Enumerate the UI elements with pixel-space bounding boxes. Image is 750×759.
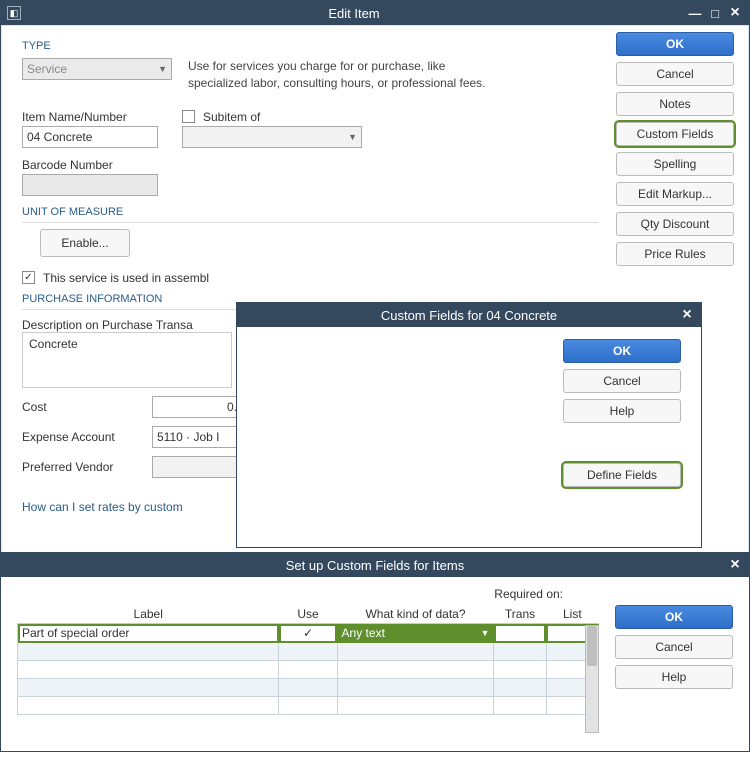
expense-account-field[interactable]: 5110 · Job I bbox=[152, 426, 242, 448]
notes-button[interactable]: Notes bbox=[616, 92, 734, 116]
chevron-down-icon: ▼ bbox=[158, 64, 167, 74]
preferred-vendor-label: Preferred Vendor bbox=[22, 460, 142, 474]
edit-item-side-buttons: OK Cancel Notes Custom Fields Spelling E… bbox=[616, 32, 734, 266]
col-list: List bbox=[546, 605, 598, 624]
cf-side-buttons: OK Cancel Help bbox=[563, 339, 681, 423]
col-use: Use bbox=[279, 605, 337, 624]
cost-field[interactable]: 0. bbox=[152, 396, 242, 418]
spelling-button[interactable]: Spelling bbox=[616, 152, 734, 176]
type-value: Service bbox=[27, 62, 67, 76]
col-kind: What kind of data? bbox=[337, 605, 494, 624]
setup-side-buttons: OK Cancel Help bbox=[615, 605, 733, 741]
setup-table-wrap: Required on: Label Use What kind of data… bbox=[17, 587, 599, 741]
custom-fields-button[interactable]: Custom Fields bbox=[616, 122, 734, 146]
type-label: TYPE bbox=[22, 40, 598, 52]
window-menu-icon[interactable]: ◧ bbox=[7, 6, 21, 20]
cost-label: Cost bbox=[22, 400, 142, 414]
price-rules-button[interactable]: Price Rules bbox=[616, 242, 734, 266]
preferred-vendor-field[interactable] bbox=[152, 456, 242, 478]
close-icon[interactable]: × bbox=[679, 307, 695, 323]
cf-cancel-button[interactable]: Cancel bbox=[563, 369, 681, 393]
table-scrollbar[interactable] bbox=[585, 625, 599, 733]
qty-discount-button[interactable]: Qty Discount bbox=[616, 212, 734, 236]
table-row[interactable] bbox=[18, 697, 599, 715]
edit-item-titlebar: ◧ Edit Item — □ × bbox=[1, 1, 749, 25]
uom-label: UNIT OF MEASURE bbox=[22, 206, 598, 218]
setup-ok-button[interactable]: OK bbox=[615, 605, 733, 629]
chevron-down-icon: ▼ bbox=[480, 628, 489, 638]
close-icon[interactable]: × bbox=[727, 5, 743, 21]
table-row[interactable] bbox=[18, 661, 599, 679]
ok-button[interactable]: OK bbox=[616, 32, 734, 56]
enable-uom-button[interactable]: Enable... bbox=[40, 229, 130, 257]
cf-titlebar: Custom Fields for 04 Concrete × bbox=[237, 303, 701, 327]
table-row[interactable]: Part of special order ✓ Any text ▼ bbox=[18, 624, 599, 643]
scrollbar-thumb[interactable] bbox=[587, 626, 597, 666]
item-name-value: 04 Concrete bbox=[27, 130, 92, 144]
table-row[interactable] bbox=[18, 679, 599, 697]
setup-help-button[interactable]: Help bbox=[615, 665, 733, 689]
define-fields-button[interactable]: Define Fields bbox=[563, 463, 681, 487]
cancel-button[interactable]: Cancel bbox=[616, 62, 734, 86]
setup-cancel-button[interactable]: Cancel bbox=[615, 635, 733, 659]
setup-title: Set up Custom Fields for Items bbox=[7, 558, 743, 573]
cf-help-button[interactable]: Help bbox=[563, 399, 681, 423]
required-on-label: Required on: bbox=[494, 587, 563, 601]
expense-account-label: Expense Account bbox=[22, 430, 142, 444]
check-icon: ✓ bbox=[303, 626, 313, 640]
cf-title: Custom Fields for 04 Concrete bbox=[243, 308, 695, 323]
expense-account-value: 5110 · Job I bbox=[157, 430, 219, 444]
item-name-field[interactable]: 04 Concrete bbox=[22, 126, 158, 148]
minimize-icon[interactable]: — bbox=[687, 5, 703, 21]
cf-ok-button[interactable]: OK bbox=[563, 339, 681, 363]
table-row[interactable] bbox=[18, 643, 599, 661]
edit-markup-button[interactable]: Edit Markup... bbox=[616, 182, 734, 206]
setup-body: Required on: Label Use What kind of data… bbox=[1, 577, 749, 751]
subitem-combo[interactable]: ▼ bbox=[182, 126, 362, 148]
edit-item-title: Edit Item bbox=[21, 6, 687, 21]
row-kind-text: Any text bbox=[342, 626, 385, 640]
purchase-description-value: Concrete bbox=[29, 337, 78, 351]
col-label: Label bbox=[18, 605, 279, 624]
barcode-field[interactable] bbox=[22, 174, 158, 196]
row-label-cell[interactable]: Part of special order bbox=[18, 624, 279, 643]
setup-titlebar: Set up Custom Fields for Items × bbox=[1, 553, 749, 577]
assembly-checkbox[interactable] bbox=[22, 271, 35, 284]
custom-fields-table: Label Use What kind of data? Trans List … bbox=[17, 605, 599, 715]
chevron-down-icon: ▼ bbox=[348, 132, 357, 142]
close-icon[interactable]: × bbox=[727, 557, 743, 573]
custom-fields-dialog: Custom Fields for 04 Concrete × OK Cance… bbox=[236, 302, 702, 548]
subitem-label: Subitem of bbox=[203, 110, 260, 124]
type-combo[interactable]: Service ▼ bbox=[22, 58, 172, 80]
col-trans: Trans bbox=[494, 605, 546, 624]
subitem-checkbox[interactable] bbox=[182, 110, 195, 123]
item-name-label: Item Name/Number bbox=[22, 110, 158, 124]
row-kind-cell[interactable]: Any text ▼ bbox=[337, 624, 494, 643]
purchase-description-field[interactable]: Concrete bbox=[22, 332, 232, 388]
row-label-text: Part of special order bbox=[22, 626, 129, 640]
row-use-cell[interactable]: ✓ bbox=[279, 624, 337, 643]
barcode-label: Barcode Number bbox=[22, 158, 598, 172]
type-description: Use for services you charge for or purch… bbox=[188, 58, 488, 92]
assembly-text: This service is used in assembl bbox=[43, 271, 209, 285]
maximize-icon[interactable]: □ bbox=[707, 5, 723, 21]
row-trans-cell[interactable] bbox=[494, 624, 546, 643]
cf-body: OK Cancel Help Define Fields bbox=[237, 327, 701, 547]
setup-custom-fields-window: Set up Custom Fields for Items × Require… bbox=[0, 552, 750, 752]
